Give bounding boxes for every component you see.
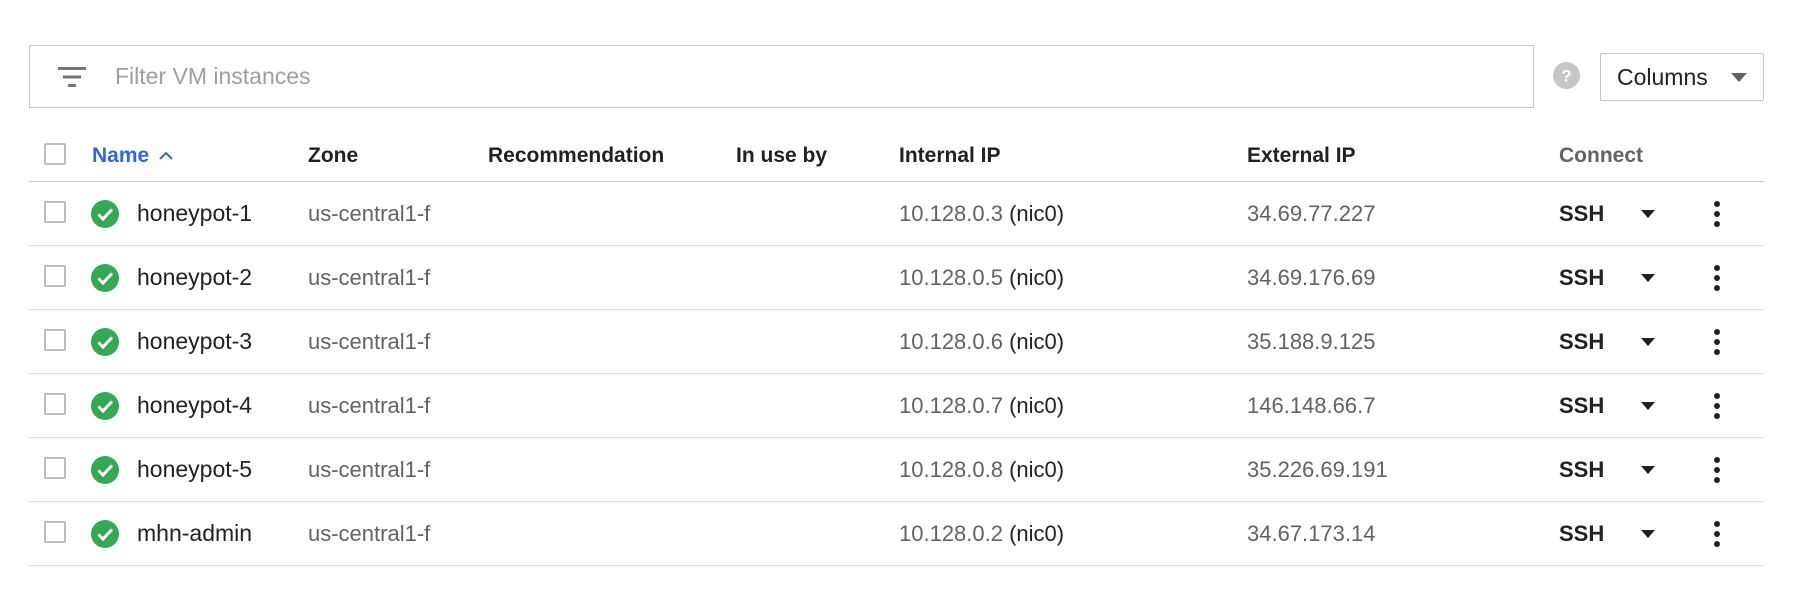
internal-ip-cell: 10.128.0.6 (nic0) [899,310,1064,373]
internal-ip-nic: (nic0) [1009,328,1065,354]
external-ip-cell: 146.148.66.7 [1247,392,1376,418]
row-checkbox[interactable] [44,393,66,415]
table-row: honeypot-2 us-central1-f 10.128.0.5 (nic… [29,246,1764,310]
ssh-button[interactable]: SSH [1559,246,1604,309]
ssh-button[interactable]: SSH [1559,182,1604,245]
caret-down-icon [1731,73,1747,82]
internal-ip-value: 10.128.0.6 [899,328,1003,354]
external-ip-cell: 34.69.176.69 [1247,264,1376,290]
ssh-dropdown-caret-icon[interactable] [1641,466,1655,474]
internal-ip-nic: (nic0) [1009,520,1065,546]
ssh-dropdown-caret-icon[interactable] [1641,274,1655,282]
internal-ip-value: 10.128.0.3 [899,200,1003,226]
internal-ip-value: 10.128.0.5 [899,264,1003,290]
external-ip-cell: 35.188.9.125 [1247,328,1376,354]
ssh-dropdown-caret-icon[interactable] [1641,530,1655,538]
column-header-external-ip[interactable]: External IP [1247,130,1356,181]
ssh-dropdown-caret-icon[interactable] [1641,210,1655,218]
row-checkbox[interactable] [44,201,66,223]
status-running-icon [91,392,119,420]
row-checkbox[interactable] [44,457,66,479]
instance-name-link[interactable]: honeypot-5 [137,438,252,501]
row-checkbox[interactable] [44,521,66,543]
ssh-dropdown-caret-icon[interactable] [1641,338,1655,346]
ssh-dropdown-caret-icon[interactable] [1641,402,1655,410]
sort-ascending-icon [159,151,173,160]
columns-button[interactable]: Columns [1600,53,1764,101]
internal-ip-nic: (nic0) [1009,200,1065,226]
table-row: honeypot-5 us-central1-f 10.128.0.8 (nic… [29,438,1764,502]
internal-ip-nic: (nic0) [1009,456,1065,482]
instance-name-link[interactable]: honeypot-3 [137,310,252,373]
ssh-button[interactable]: SSH [1559,502,1604,565]
zone-cell: us-central1-f [308,200,431,226]
zone-cell: us-central1-f [308,264,431,290]
external-ip-cell: 34.69.77.227 [1247,200,1376,226]
column-header-recommendation[interactable]: Recommendation [488,130,664,181]
column-header-connect: Connect [1559,143,1643,167]
instance-name-link[interactable]: honeypot-2 [137,246,252,309]
status-running-icon [91,328,119,356]
row-checkbox[interactable] [44,265,66,287]
filter-input[interactable] [115,46,1495,107]
internal-ip-value: 10.128.0.7 [899,392,1003,418]
zone-cell: us-central1-f [308,456,431,482]
zone-cell: us-central1-f [308,392,431,418]
internal-ip-cell: 10.128.0.8 (nic0) [899,438,1064,501]
select-all-checkbox[interactable] [44,143,66,165]
ssh-button[interactable]: SSH [1559,438,1604,501]
more-vert-icon[interactable] [1701,262,1733,294]
table-row: honeypot-1 us-central1-f 10.128.0.3 (nic… [29,182,1764,246]
more-vert-icon[interactable] [1701,390,1733,422]
row-checkbox[interactable] [44,329,66,351]
filter-bar [29,45,1534,108]
external-ip-cell: 35.226.69.191 [1247,456,1388,482]
column-header-zone[interactable]: Zone [308,130,358,181]
table-header-row: Name Zone Recommendation In use by Inter… [29,130,1764,182]
help-icon[interactable]: ? [1553,62,1580,89]
internal-ip-nic: (nic0) [1009,264,1065,290]
status-running-icon [91,456,119,484]
zone-cell: us-central1-f [308,520,431,546]
table-row: mhn-admin us-central1-f 10.128.0.2 (nic0… [29,502,1764,566]
internal-ip-nic: (nic0) [1009,392,1065,418]
ssh-button[interactable]: SSH [1559,374,1604,437]
more-vert-icon[interactable] [1701,326,1733,358]
filter-icon [58,67,86,87]
more-vert-icon[interactable] [1701,198,1733,230]
instance-name-link[interactable]: honeypot-1 [137,182,252,245]
columns-button-label: Columns [1617,63,1708,90]
more-vert-icon[interactable] [1701,518,1733,550]
internal-ip-value: 10.128.0.2 [899,520,1003,546]
status-running-icon [91,200,119,228]
internal-ip-cell: 10.128.0.3 (nic0) [899,182,1064,245]
status-running-icon [91,520,119,548]
instance-name-link[interactable]: mhn-admin [137,502,252,565]
instance-name-link[interactable]: honeypot-4 [137,374,252,437]
internal-ip-cell: 10.128.0.7 (nic0) [899,374,1064,437]
vm-instances-table: Name Zone Recommendation In use by Inter… [29,130,1764,566]
ssh-button[interactable]: SSH [1559,310,1604,373]
external-ip-cell: 34.67.173.14 [1247,520,1376,546]
zone-cell: us-central1-f [308,328,431,354]
svg-text:?: ? [1561,67,1571,86]
column-header-internal-ip[interactable]: Internal IP [899,130,1001,181]
column-header-name[interactable]: Name [92,130,173,181]
status-running-icon [91,264,119,292]
more-vert-icon[interactable] [1701,454,1733,486]
table-row: honeypot-4 us-central1-f 10.128.0.7 (nic… [29,374,1764,438]
column-header-in-use-by[interactable]: In use by [736,130,827,181]
internal-ip-cell: 10.128.0.2 (nic0) [899,502,1064,565]
internal-ip-cell: 10.128.0.5 (nic0) [899,246,1064,309]
table-row: honeypot-3 us-central1-f 10.128.0.6 (nic… [29,310,1764,374]
internal-ip-value: 10.128.0.8 [899,456,1003,482]
